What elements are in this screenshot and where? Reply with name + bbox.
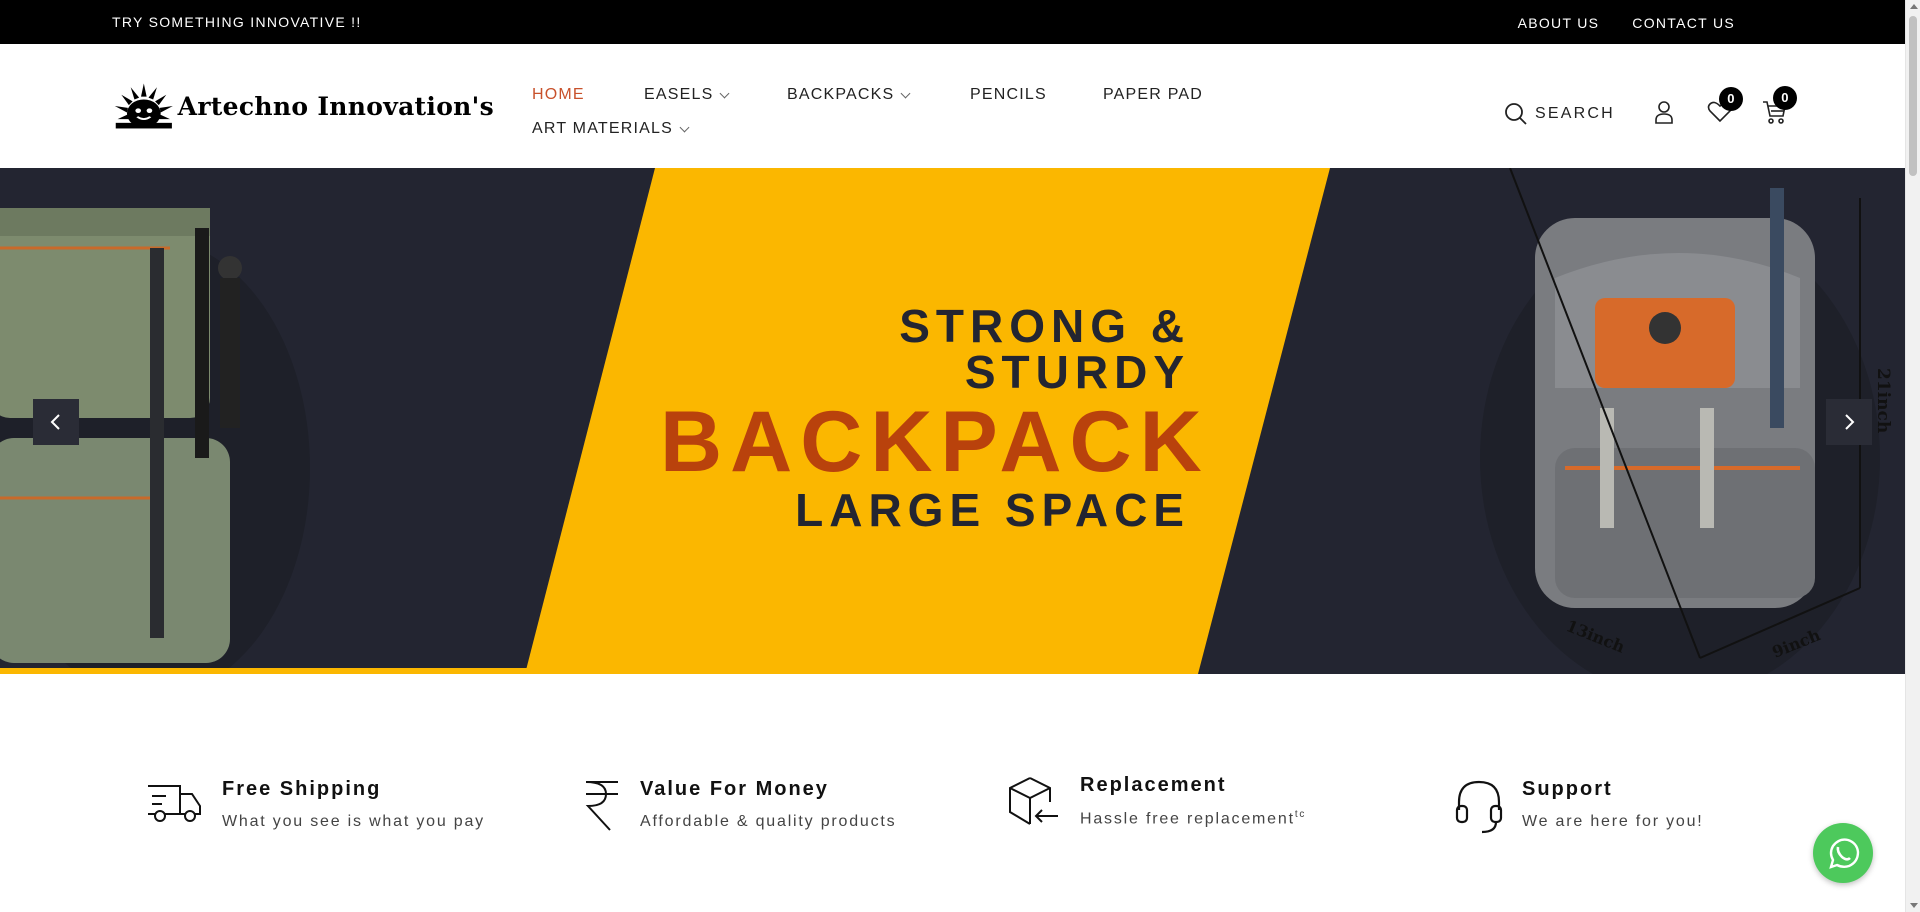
- logo-wordmark: Artechno Innovation's: [177, 91, 494, 121]
- feature-title: Replacement: [1080, 774, 1227, 796]
- nav-home-label: HOME: [532, 86, 585, 103]
- feature-support: Support We are here for you!: [1454, 778, 1704, 834]
- feature-text: Value For Money Affordable & quality pro…: [640, 778, 896, 831]
- nav-pencils[interactable]: PENCILS: [970, 86, 1103, 104]
- wishlist-count-badge: 0: [1718, 86, 1743, 111]
- hero-line-2: BACKPACK: [660, 394, 1210, 490]
- feature-title: Support: [1522, 778, 1613, 800]
- cart-button[interactable]: 0: [1761, 85, 1797, 130]
- scroll-up-arrow[interactable]: [1910, 4, 1918, 9]
- slider-prev-button[interactable]: [33, 399, 79, 445]
- chevron-down-icon: [679, 122, 690, 132]
- site-header: Artechno Innovation's HOME EASELS BACKPA…: [0, 44, 1905, 168]
- top-bar: TRY SOMETHING INNOVATIVE !! ABOUT US CON…: [0, 0, 1905, 44]
- feature-desc-text: Hassle free replacement: [1080, 810, 1295, 828]
- feature-value-for-money: Value For Money Affordable & quality pro…: [582, 778, 896, 832]
- scroll-thumb[interactable]: [1909, 16, 1917, 176]
- wishlist-button[interactable]: 0: [1707, 86, 1743, 129]
- truck-icon: [148, 785, 201, 822]
- about-us-link[interactable]: ABOUT US: [1518, 15, 1600, 31]
- chevron-down-icon: [720, 88, 730, 98]
- hero-headline: STRONG & STURDY BACKPACK LARGE SPACE: [660, 300, 1210, 536]
- headset-icon: [1455, 780, 1503, 834]
- feature-desc: What you see is what you pay: [222, 813, 485, 830]
- account-button[interactable]: [1653, 100, 1675, 129]
- rupee-icon: [585, 781, 618, 831]
- cart-count-badge: 0: [1772, 85, 1797, 110]
- dimension-height-label: 21inch: [1873, 368, 1893, 433]
- main-nav: HOME EASELS BACKPACKS PENCILS PAPER PAD …: [532, 78, 1252, 146]
- nav-backpacks-label: BACKPACKS: [787, 86, 895, 103]
- feature-desc: Hassle free replacementtc: [1080, 809, 1306, 828]
- chevron-left-icon: [50, 414, 60, 430]
- hero-slider: 21inch 13inch 9inch STRONG & STURDY BACK…: [0, 168, 1905, 674]
- promo-text: TRY SOMETHING INNOVATIVE !!: [112, 14, 362, 30]
- header-tools: SEARCH 0 0: [1504, 85, 1797, 134]
- feature-desc: We are here for you!: [1522, 813, 1704, 830]
- logo-sun-icon: [114, 83, 173, 129]
- feature-title: Free Shipping: [222, 778, 382, 800]
- feature-title: Value For Money: [640, 778, 829, 800]
- right-backpack-image: [1480, 168, 1880, 674]
- box-return-icon: [1009, 777, 1058, 825]
- nav-art-materials-label: ART MATERIALS: [532, 120, 673, 137]
- search-icon: [1505, 103, 1527, 125]
- hero-line-1: STRONG & STURDY: [899, 300, 1190, 398]
- nav-row-2: ART MATERIALS: [532, 112, 1252, 146]
- site-logo[interactable]: Artechno Innovation's: [112, 80, 494, 132]
- feature-text: Replacement Hassle free replacementtc: [1080, 774, 1306, 828]
- feature-free-shipping: Free Shipping What you see is what you p…: [146, 778, 485, 831]
- user-icon: [1655, 100, 1673, 124]
- nav-easels[interactable]: EASELS: [644, 86, 787, 104]
- feature-replacement: Replacement Hassle free replacementtc: [1006, 774, 1306, 830]
- features-strip: Free Shipping What you see is what you p…: [0, 674, 1905, 912]
- nav-paper-pad-label: PAPER PAD: [1103, 86, 1204, 103]
- contact-us-link[interactable]: CONTACT US: [1632, 15, 1735, 31]
- search-label: SEARCH: [1535, 105, 1615, 122]
- nav-paper-pad[interactable]: PAPER PAD: [1103, 86, 1203, 104]
- nav-easels-label: EASELS: [644, 86, 714, 103]
- page-scrollbar[interactable]: [1905, 0, 1920, 912]
- hero-line-3: LARGE SPACE: [795, 484, 1190, 536]
- top-links: ABOUT US CONTACT US: [1518, 15, 1735, 31]
- whatsapp-icon: [1829, 838, 1860, 869]
- nav-home[interactable]: HOME: [532, 86, 644, 104]
- feature-text: Support We are here for you!: [1522, 778, 1704, 831]
- nav-pencils-label: PENCILS: [970, 86, 1047, 103]
- nav-art-materials[interactable]: ART MATERIALS: [532, 120, 690, 138]
- whatsapp-chat-button[interactable]: [1813, 823, 1873, 883]
- nav-backpacks[interactable]: BACKPACKS: [787, 86, 970, 104]
- slider-next-button[interactable]: [1826, 399, 1872, 445]
- feature-desc: Affordable & quality products: [640, 813, 897, 830]
- scroll-down-arrow[interactable]: [1910, 903, 1918, 908]
- nav-row-1: HOME EASELS BACKPACKS PENCILS PAPER PAD: [532, 78, 1252, 112]
- chevron-right-icon: [1845, 414, 1855, 430]
- chevron-down-icon: [900, 88, 911, 98]
- terms-sup: tc: [1294, 809, 1307, 820]
- search-button[interactable]: SEARCH: [1504, 102, 1615, 126]
- feature-text: Free Shipping What you see is what you p…: [222, 778, 485, 831]
